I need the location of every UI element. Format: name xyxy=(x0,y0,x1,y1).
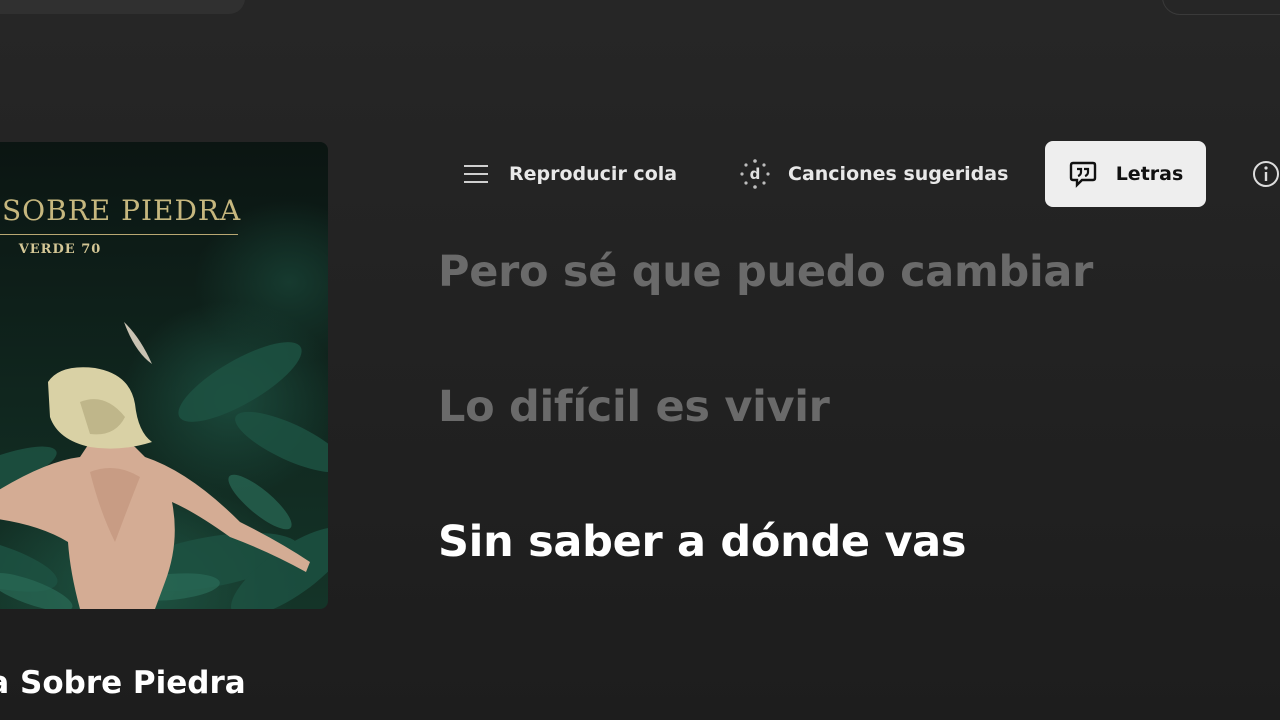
lyric-line-past[interactable]: Lo difícil es vivir xyxy=(438,382,830,432)
cover-title: RA SOBRE PIEDRA xyxy=(0,194,242,227)
tab-suggested-songs[interactable]: d Canciones sugeridas xyxy=(739,141,1008,207)
tab-lyrics[interactable]: Letras xyxy=(1045,141,1206,207)
tab-queue-label: Reproducir cola xyxy=(509,163,678,185)
suggestions-icon: d xyxy=(739,158,771,190)
lyrics-icon xyxy=(1068,160,1098,188)
search-bar[interactable] xyxy=(0,0,245,14)
info-icon xyxy=(1252,160,1280,188)
lyric-line-past[interactable]: Pero sé que puedo cambiar xyxy=(438,247,1093,297)
cover-artist: VERDE 70 xyxy=(18,242,102,257)
album-art: RA SOBRE PIEDRA VERDE 70 xyxy=(0,142,328,609)
tab-queue[interactable]: Reproducir cola xyxy=(462,141,677,207)
queue-icon xyxy=(462,163,490,185)
album-title[interactable]: ra Sobre Piedra xyxy=(0,665,246,701)
top-right-button[interactable] xyxy=(1162,0,1280,15)
tab-suggested-label: Canciones sugeridas xyxy=(788,163,1009,185)
cover-divider xyxy=(0,234,238,235)
tab-info[interactable] xyxy=(1252,141,1280,207)
tab-lyrics-label: Letras xyxy=(1115,163,1184,185)
svg-text:d: d xyxy=(750,165,761,183)
lyric-line-current[interactable]: Sin saber a dónde vas xyxy=(438,517,967,567)
